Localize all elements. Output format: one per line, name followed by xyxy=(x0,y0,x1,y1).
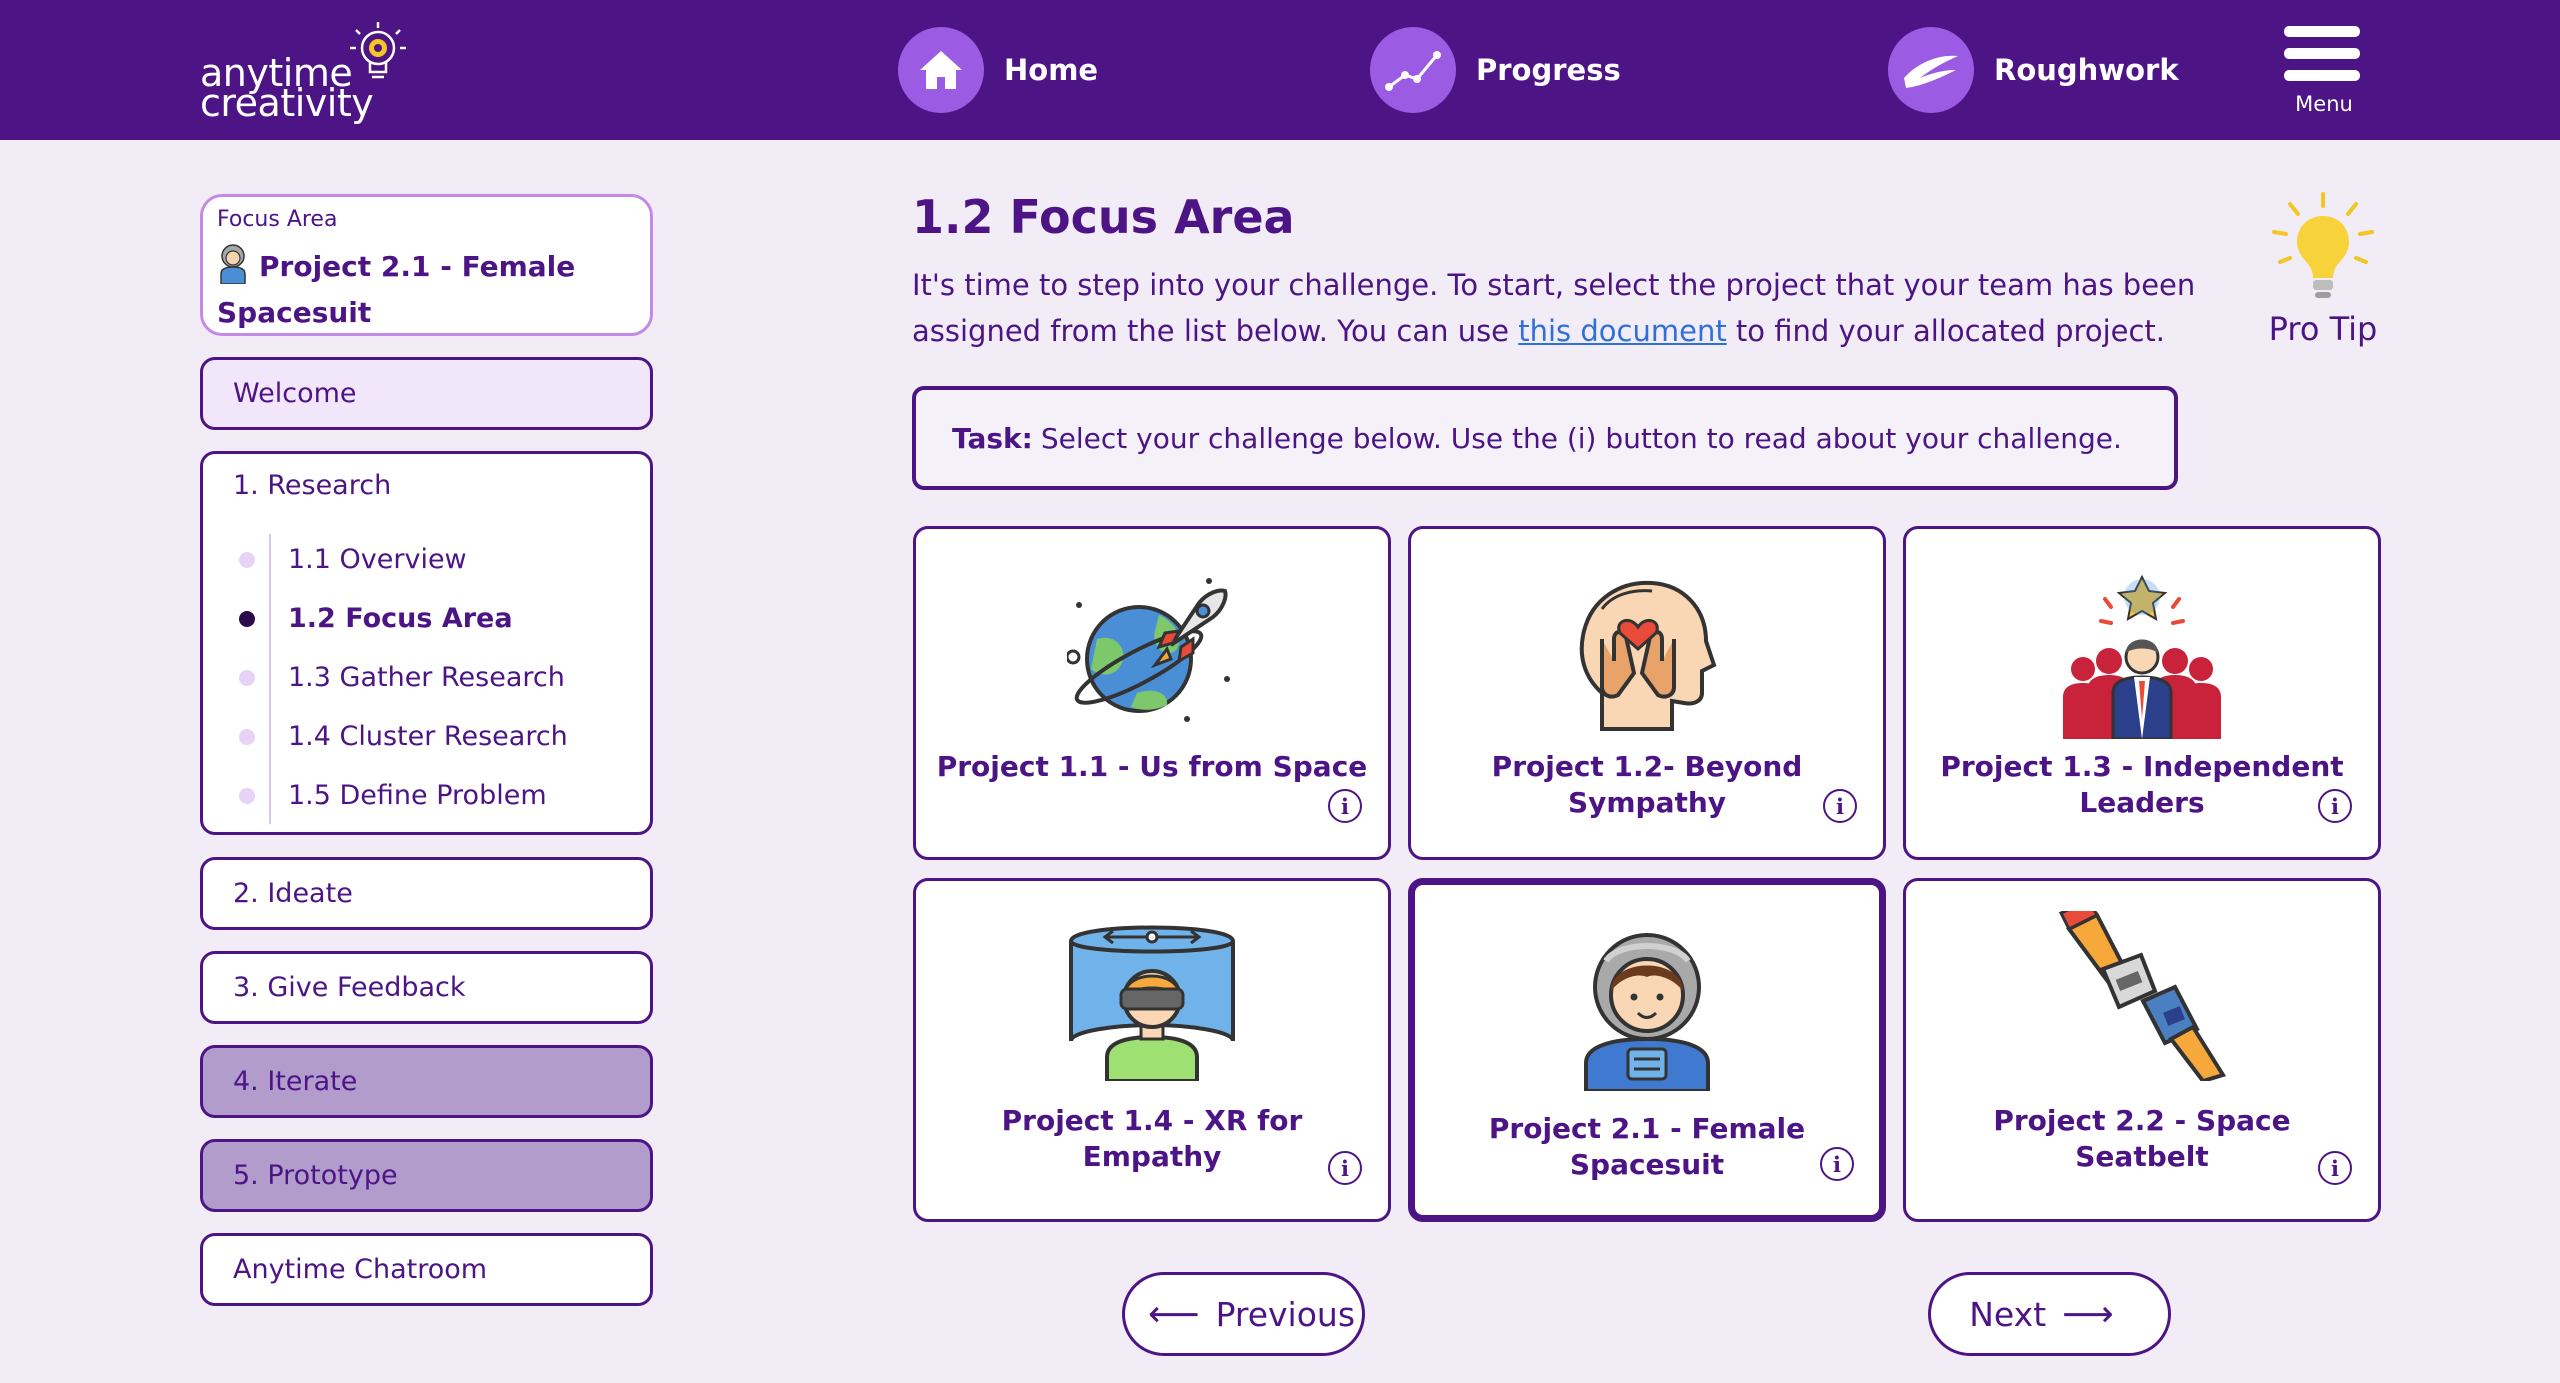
sidebar-item-research[interactable]: 1. Research xyxy=(203,454,650,520)
focus-area-caption: Focus Area xyxy=(217,207,338,232)
project-card-title: Project 1.3 - Independent Leaders xyxy=(1940,750,2344,819)
info-icon[interactable]: i xyxy=(1823,789,1857,823)
menu-label: Menu xyxy=(2295,92,2353,116)
top-navigation-bar: anytime creativity Home Progress Roughwo… xyxy=(0,0,2560,140)
intro-paragraph: It's time to step into your challenge. T… xyxy=(912,262,2212,354)
project-card-2-2[interactable]: Project 2.2 - Space Seatbelt i xyxy=(1903,878,2381,1222)
next-button[interactable]: Next ⟶ xyxy=(1928,1272,2171,1356)
menu-button[interactable]: Menu xyxy=(2278,24,2370,120)
allocation-document-link[interactable]: this document xyxy=(1518,314,1726,348)
info-icon[interactable]: i xyxy=(2318,1151,2352,1185)
sidebar-substep-overview[interactable]: 1.1 Overview xyxy=(203,530,650,589)
step-indicator-dot xyxy=(239,670,255,686)
sidebar-item-welcome[interactable]: Welcome xyxy=(200,357,653,430)
step-indicator-dot xyxy=(239,611,255,627)
sidebar-item-welcome-label: Welcome xyxy=(233,378,357,409)
nav-home[interactable]: Home xyxy=(898,26,1098,114)
project-card-title: Project 1.1 - Us from Space xyxy=(936,750,1368,783)
sidebar-substep-label: 1.4 Cluster Research xyxy=(288,721,568,752)
sidebar-substep-label: 1.1 Overview xyxy=(288,544,467,575)
sidebar-section-research: 1. Research 1.1 Overview 1.2 Focus Area … xyxy=(200,451,653,835)
pro-tip-button[interactable]: Pro Tip xyxy=(2248,190,2398,360)
focus-area-value-text: Project 2.1 - Female Spacesuit xyxy=(217,250,576,329)
logo-lightbulb-icon xyxy=(350,22,406,79)
vr-headset-icon xyxy=(1069,925,1235,1081)
sidebar-substep-gather-research[interactable]: 1.3 Gather Research xyxy=(203,648,650,707)
sidebar-item-label: 2. Ideate xyxy=(233,878,353,909)
info-icon[interactable]: i xyxy=(1328,1151,1362,1185)
sidebar-substep-label: 1.3 Gather Research xyxy=(288,662,565,693)
lightbulb-icon xyxy=(2272,192,2374,298)
anytime-creativity-logo[interactable]: anytime creativity xyxy=(200,20,420,125)
sidebar-substep-label: 1.2 Focus Area xyxy=(288,603,513,634)
nav-roughwork[interactable]: Roughwork xyxy=(1888,26,2179,114)
sidebar-substep-label: 1.5 Define Problem xyxy=(288,780,547,811)
sidebar-substep-define-problem[interactable]: 1.5 Define Problem xyxy=(203,766,650,825)
task-label: Task: xyxy=(952,421,1033,455)
current-focus-area-card: Focus Area Project 2.1 - Female Spacesui… xyxy=(200,194,653,336)
pro-tip-label: Pro Tip xyxy=(2268,310,2378,348)
seatbelt-icon xyxy=(2058,911,2227,1081)
page-title: 1.2 Focus Area xyxy=(912,190,1295,244)
hamburger-icon-bar xyxy=(2284,26,2360,37)
arrow-right-icon: ⟶ xyxy=(2062,1293,2114,1335)
nav-progress[interactable]: Progress xyxy=(1370,26,1621,114)
brush-stroke-icon xyxy=(1888,27,1974,113)
step-indicator-dot xyxy=(239,788,255,804)
research-substep-list: 1.1 Overview 1.2 Focus Area 1.3 Gather R… xyxy=(203,530,650,825)
planet-rocket-icon xyxy=(1067,578,1230,722)
sidebar-item-iterate[interactable]: 4. Iterate xyxy=(200,1045,653,1118)
female-astronaut-icon xyxy=(1584,933,1710,1091)
nav-progress-label: Progress xyxy=(1476,53,1621,87)
project-card-1-4[interactable]: Project 1.4 - XR for Empathy i xyxy=(913,878,1391,1222)
nav-roughwork-label: Roughwork xyxy=(1994,53,2179,87)
previous-button[interactable]: ⟵ Previous xyxy=(1122,1272,1365,1356)
project-card-title: Project 2.2 - Space Seatbelt xyxy=(1993,1104,2291,1173)
step-indicator-dot xyxy=(239,729,255,745)
hamburger-icon-bar xyxy=(2284,48,2360,59)
sidebar-item-label: 5. Prototype xyxy=(233,1160,398,1191)
project-card-title: Project 1.4 - XR for Empathy xyxy=(1001,1104,1303,1173)
sidebar-item-label: 4. Iterate xyxy=(233,1066,358,1097)
intro-text-end: to find your allocated project. xyxy=(1726,314,2166,348)
task-instruction-box: Task: Select your challenge below. Use t… xyxy=(912,386,2178,490)
task-text: Select your challenge below. Use the (i)… xyxy=(1040,421,2122,455)
project-card-1-1[interactable]: Project 1.1 - Us from Space i xyxy=(913,526,1391,860)
project-card-1-2[interactable]: Project 1.2- Beyond Sympathy i xyxy=(1408,526,1886,860)
sidebar-item-prototype[interactable]: 5. Prototype xyxy=(200,1139,653,1212)
arrow-left-icon: ⟵ xyxy=(1147,1293,1200,1335)
home-icon xyxy=(898,27,984,113)
empathy-head-icon xyxy=(1579,580,1717,731)
info-icon[interactable]: i xyxy=(1820,1147,1854,1181)
project-card-title: Project 2.1 - Female Spacesuit xyxy=(1488,1112,1806,1181)
info-icon[interactable]: i xyxy=(2318,789,2352,823)
info-icon[interactable]: i xyxy=(1328,789,1362,823)
sidebar-item-give-feedback[interactable]: 3. Give Feedback xyxy=(200,951,653,1024)
project-card-1-3[interactable]: Project 1.3 - Independent Leaders i xyxy=(1903,526,2381,860)
project-card-2-1[interactable]: Project 2.1 - Female Spacesuit i xyxy=(1408,878,1886,1222)
sidebar-substep-cluster-research[interactable]: 1.4 Cluster Research xyxy=(203,707,650,766)
sidebar-item-label: 3. Give Feedback xyxy=(233,972,466,1003)
nav-home-label: Home xyxy=(1004,53,1099,87)
sidebar-item-label: Anytime Chatroom xyxy=(233,1254,488,1285)
sidebar-item-chatroom[interactable]: Anytime Chatroom xyxy=(200,1233,653,1306)
hamburger-icon-bar xyxy=(2284,70,2360,81)
previous-button-label: Previous xyxy=(1215,1294,1356,1334)
focus-area-value: Project 2.1 - Female Spacesuit xyxy=(217,244,636,336)
leader-group-icon xyxy=(2063,574,2221,739)
progress-chart-icon xyxy=(1370,27,1456,113)
project-card-title: Project 1.2- Beyond Sympathy xyxy=(1491,750,1803,819)
next-button-label: Next xyxy=(1969,1294,2047,1334)
sidebar-substep-focus-area[interactable]: 1.2 Focus Area xyxy=(203,589,650,648)
sidebar-item-ideate[interactable]: 2. Ideate xyxy=(200,857,653,930)
female-astronaut-icon xyxy=(220,244,246,284)
step-indicator-dot xyxy=(239,552,255,568)
